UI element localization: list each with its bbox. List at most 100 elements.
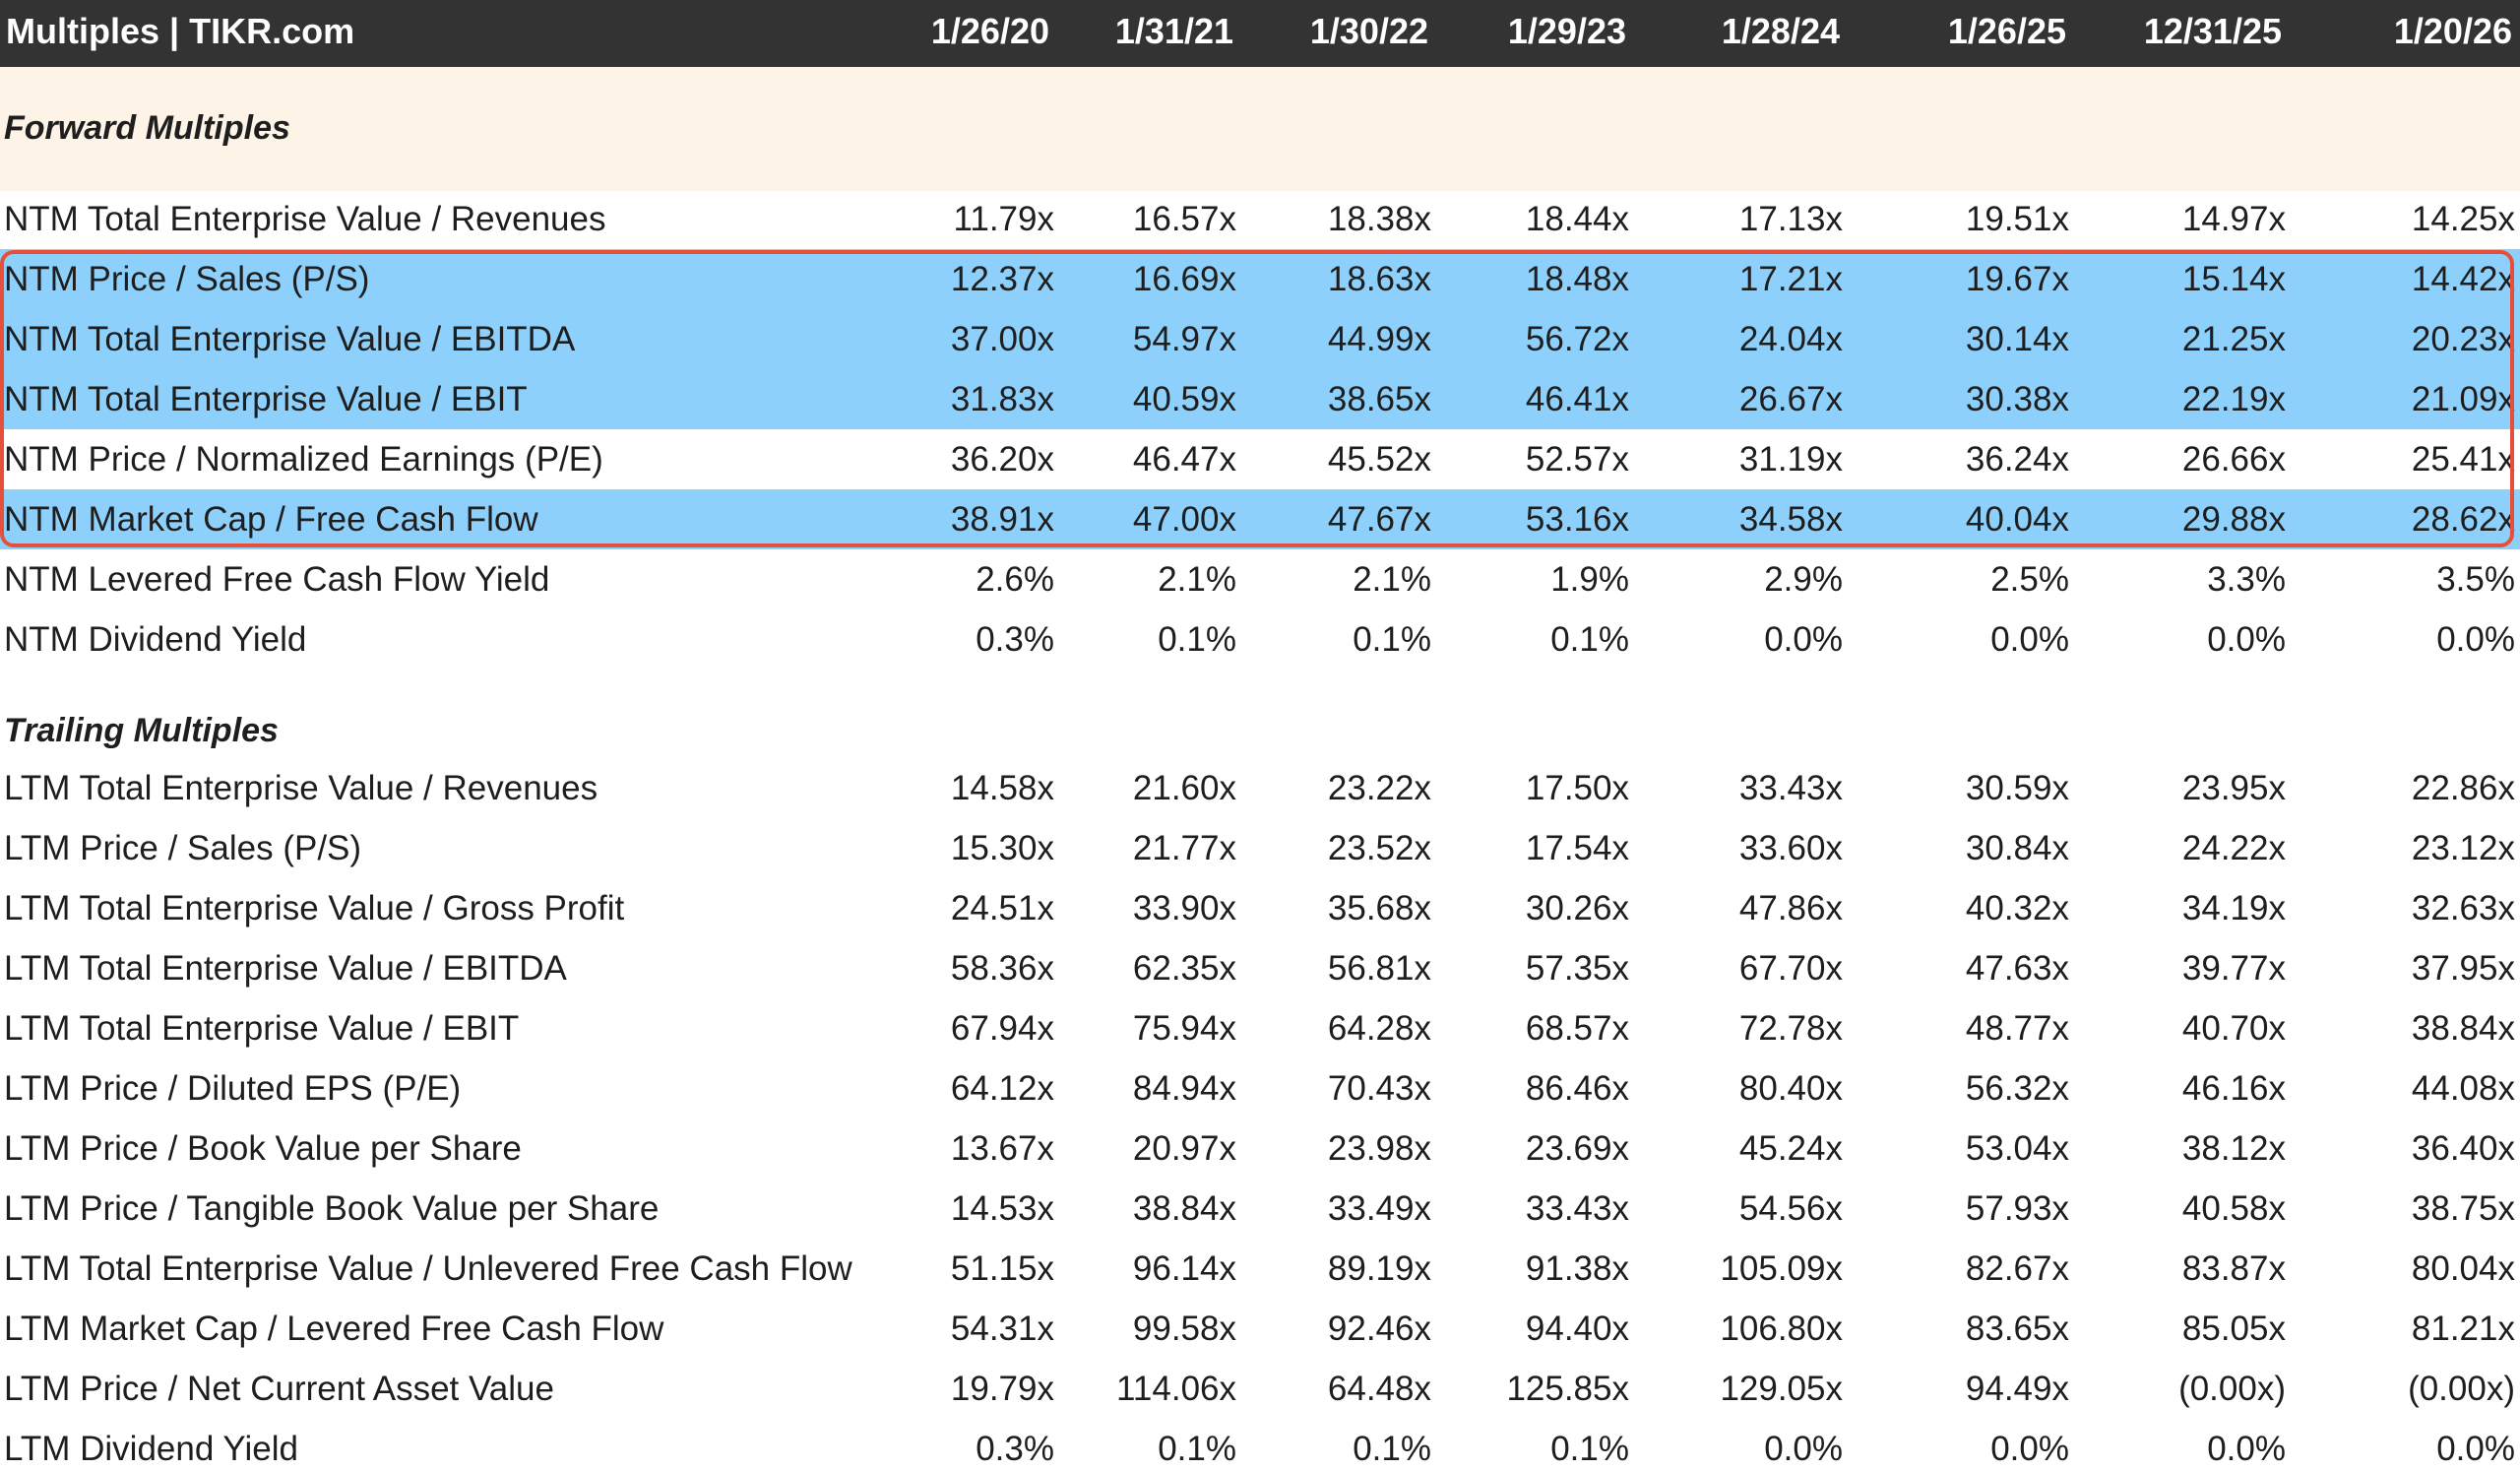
table-cell: 14.53x (950, 1189, 1054, 1228)
table-cell: 0.0% (2436, 620, 2515, 659)
table-cell: 24.22x (2181, 829, 2286, 867)
table-cell: 37.95x (2411, 949, 2515, 988)
table-cell: 19.79x (950, 1370, 1054, 1408)
table-cell: 21.09x (2411, 380, 2515, 418)
table-cell: 0.0% (2207, 620, 2286, 659)
table-cell: 0.1% (1158, 620, 1236, 659)
table-row: NTM Price / Sales (P/S) 12.37x 16.69x 18.63… (0, 249, 2520, 309)
table-cell: 94.49x (1965, 1370, 2069, 1408)
table-cell: 17.21x (1738, 260, 1843, 298)
table-cell: 45.24x (1738, 1129, 1843, 1168)
table-cell: 80.40x (1738, 1069, 1843, 1108)
table-cell: 15.30x (950, 829, 1054, 867)
table-cell: 105.09x (1720, 1249, 1843, 1288)
table-cell: 29.88x (2181, 500, 2286, 539)
table-cell: 23.52x (1327, 829, 1431, 867)
table-cell: 38.91x (950, 500, 1054, 539)
row-label: LTM Price / Book Value per Share (4, 1129, 522, 1168)
table-cell: 0.1% (1550, 1430, 1629, 1468)
table-cell: 114.06x (1116, 1370, 1236, 1408)
table-cell: 38.84x (1132, 1189, 1236, 1228)
table-cell: 34.19x (2181, 889, 2286, 927)
table-row: NTM Total Enterprise Value / EBITDA 37.00… (0, 309, 2520, 369)
table-row: LTM Total Enterprise Value / EBIT 67.94x 7… (0, 998, 2520, 1058)
table-row: NTM Price / Normalized Earnings (P/E) 36.… (0, 429, 2520, 489)
table-cell: 30.26x (1525, 889, 1629, 927)
table-cell: 36.24x (1965, 440, 2069, 479)
table-cell: 17.50x (1525, 769, 1629, 807)
table-cell: (0.00x) (2178, 1370, 2286, 1408)
table-cell: 0.1% (1550, 620, 1629, 659)
table-cell: 75.94x (1132, 1009, 1236, 1048)
table-cell: 53.16x (1525, 500, 1629, 539)
table-cell: 24.51x (950, 889, 1054, 927)
table-row: NTM Dividend Yield 0.3% 0.1% 0.1% 0.1% 0.0% 0.… (0, 609, 2520, 670)
table-cell: 33.60x (1738, 829, 1843, 867)
table-cell: 20.23x (2411, 320, 2515, 358)
row-label: LTM Price / Tangible Book Value per Shar… (4, 1189, 660, 1228)
table-cell: 23.69x (1525, 1129, 1629, 1168)
table-cell: 92.46x (1327, 1310, 1431, 1348)
table-cell: 83.87x (2181, 1249, 2286, 1288)
table-cell: (0.00x) (2408, 1370, 2515, 1408)
table-cell: 38.84x (2411, 1009, 2515, 1048)
table-cell: 23.98x (1327, 1129, 1431, 1168)
table-cell: 99.58x (1132, 1310, 1236, 1348)
table-cell: 17.54x (1525, 829, 1629, 867)
table-cell: 36.40x (2411, 1129, 2515, 1168)
table-cell: 64.28x (1327, 1009, 1431, 1048)
table-row: LTM Market Cap / Levered Free Cash Flow 5… (0, 1299, 2520, 1359)
table-cell: 54.97x (1132, 320, 1236, 358)
column-header-date: 1/28/24 (1721, 11, 1840, 51)
table-cell: 33.90x (1132, 889, 1236, 927)
table-cell: 35.68x (1327, 889, 1431, 927)
table-row: NTM Total Enterprise Value / Revenues 11.… (0, 189, 2520, 249)
column-header-date: 1/30/22 (1309, 11, 1428, 51)
forward-section-title: Forward Multiples (4, 109, 290, 147)
table-row: LTM Total Enterprise Value / Gross Profi… (0, 878, 2520, 938)
table-cell: 30.38x (1965, 380, 2069, 418)
table-title: Multiples | TIKR.com (6, 11, 355, 51)
table-cell: 15.14x (2181, 260, 2286, 298)
table-cell: 33.43x (1525, 1189, 1629, 1228)
table-cell: 19.51x (1965, 200, 2069, 238)
column-header-date: 1/31/21 (1114, 11, 1233, 51)
column-header-date: 1/26/20 (930, 11, 1049, 51)
row-label: LTM Price / Net Current Asset Value (4, 1370, 554, 1408)
table-cell: 58.36x (950, 949, 1054, 988)
table-cell: 2.6% (976, 560, 1054, 599)
table-cell: 125.85x (1506, 1370, 1629, 1408)
table-cell: 81.21x (2411, 1310, 2515, 1348)
table-cell: 17.13x (1738, 200, 1843, 238)
table-row: LTM Price / Sales (P/S) 15.30x 21.77x 23.52… (0, 818, 2520, 878)
table-row: LTM Price / Book Value per Share 13.67x 20… (0, 1118, 2520, 1179)
table-row: NTM Levered Free Cash Flow Yield 2.6% 2.1%… (0, 549, 2520, 609)
table-cell: 38.75x (2411, 1189, 2515, 1228)
table-cell: 30.84x (1965, 829, 2069, 867)
table-header: Multiples | TIKR.com 1/26/20 1/31/21 1/3… (0, 0, 2520, 67)
table-cell: 38.65x (1327, 380, 1431, 418)
row-label: NTM Market Cap / Free Cash Flow (4, 500, 538, 539)
table-cell: 56.72x (1525, 320, 1629, 358)
table-cell: 57.93x (1965, 1189, 2069, 1228)
table-cell: 18.48x (1525, 260, 1629, 298)
table-cell: 18.44x (1525, 200, 1629, 238)
table-cell: 89.19x (1327, 1249, 1431, 1288)
table-cell: 0.0% (1764, 620, 1843, 659)
table-cell: 30.59x (1965, 769, 2069, 807)
table-cell: 0.0% (1990, 1430, 2069, 1468)
table-cell: 14.58x (950, 769, 1054, 807)
table-row: LTM Price / Diluted EPS (P/E) 64.12x 84.94… (0, 1058, 2520, 1118)
table-cell: 23.22x (1327, 769, 1431, 807)
table-cell: 72.78x (1738, 1009, 1843, 1048)
table-row: LTM Price / Net Current Asset Value 19.79… (0, 1359, 2520, 1419)
column-header-date: 1/29/23 (1507, 11, 1626, 51)
table-cell: 36.20x (950, 440, 1054, 479)
table-cell: 56.81x (1327, 949, 1431, 988)
table-cell: 40.32x (1965, 889, 2069, 927)
table-cell: 47.86x (1738, 889, 1843, 927)
table-cell: 70.43x (1327, 1069, 1431, 1108)
table-cell: 0.1% (1353, 1430, 1431, 1468)
table-row: LTM Total Enterprise Value / EBITDA 58.36… (0, 938, 2520, 998)
column-header-date: 1/20/26 (2393, 11, 2512, 51)
